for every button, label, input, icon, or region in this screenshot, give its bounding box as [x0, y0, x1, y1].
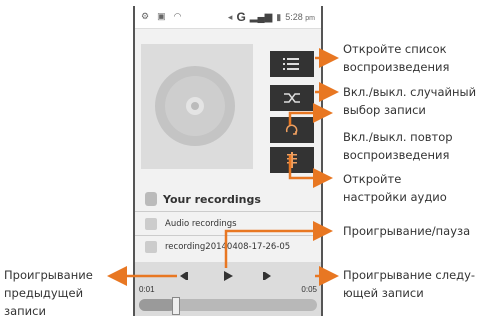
previous-annotation: Проигрывание предыдущей записи [4, 268, 93, 318]
repeat-annotation: Вкл./выкл. повтор воспроизведения [343, 130, 453, 162]
shuffle-annotation: Вкл./выкл. случайный выбор записи [343, 85, 477, 117]
playlist-annotation: Откройте список воспроизведения [343, 42, 450, 74]
playpause-annotation: Проигрывание/пауза [343, 224, 471, 238]
settings-annotation: Откройте настройки аудио [343, 172, 447, 204]
next-annotation: Проигрывание следу-ющей записи [343, 268, 476, 300]
